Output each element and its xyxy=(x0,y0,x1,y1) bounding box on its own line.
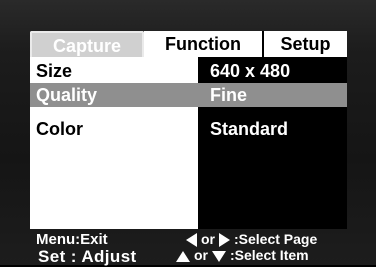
select-item-hint: or :Select Item xyxy=(176,247,309,263)
tab-function[interactable]: Function xyxy=(144,31,264,57)
setting-row-quality[interactable]: Quality Fine xyxy=(30,83,347,107)
setting-value-quality: Fine xyxy=(210,85,248,105)
set-adjust-hint: Set : Adjust xyxy=(38,247,137,266)
select-page-hint: or :Select Page xyxy=(186,231,318,248)
up-triangle-icon xyxy=(176,250,190,262)
or-text: or xyxy=(194,247,208,263)
setting-row-color[interactable]: Color Standard xyxy=(30,117,347,141)
tab-capture[interactable]: Capture xyxy=(30,31,144,57)
setting-label-size: Size xyxy=(36,61,73,81)
tab-setup[interactable]: Setup xyxy=(264,31,347,57)
right-triangle-icon xyxy=(219,233,230,248)
setting-value-color: Standard xyxy=(210,119,289,139)
setting-label-quality: Quality xyxy=(36,85,98,105)
select-page-text: :Select Page xyxy=(234,231,318,247)
settings-panel: Size 640 x 480 Quality Fine Color Standa… xyxy=(30,57,347,229)
help-footer: Menu:Exit Set : Adjust or :Select Page or… xyxy=(0,229,376,266)
menu-exit-hint: Menu:Exit xyxy=(36,231,108,248)
select-item-text: :Select Item xyxy=(230,247,309,263)
down-triangle-icon xyxy=(212,250,226,262)
or-text: or xyxy=(201,231,215,247)
setting-label-color: Color xyxy=(36,119,83,139)
left-triangle-icon xyxy=(186,233,197,248)
setting-row-size[interactable]: Size 640 x 480 xyxy=(30,59,347,83)
menu-tabs: Capture Function Setup xyxy=(30,31,347,57)
camera-menu-screen: Capture Function Setup Size 640 x 480 Qu… xyxy=(0,0,376,266)
setting-value-size: 640 x 480 xyxy=(210,61,291,81)
